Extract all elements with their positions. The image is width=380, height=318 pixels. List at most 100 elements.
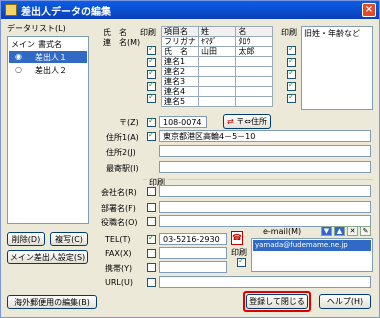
list-item[interactable]: ○ 差出人２ xyxy=(9,64,87,76)
grid-cell[interactable]: 山田 xyxy=(197,46,237,57)
department-print-checkbox[interactable] xyxy=(147,203,156,212)
print-checkbox[interactable] xyxy=(147,68,156,79)
job-title-label: 役職名(O) xyxy=(101,218,138,227)
grid-cell[interactable] xyxy=(235,66,273,77)
grid-cell[interactable] xyxy=(235,56,273,67)
list-item-name: 差出人１ xyxy=(35,53,67,62)
overseas-edit-button[interactable]: 海外郵便用の編集(B) xyxy=(7,295,97,309)
mobile-print-checkbox[interactable] xyxy=(147,263,156,272)
grid-cell[interactable]: ﾀﾛｳ xyxy=(235,36,273,47)
grid-row-label: 氏 名 xyxy=(161,46,199,57)
extra-print-checkbox[interactable] xyxy=(287,68,296,79)
fax-print-checkbox[interactable] xyxy=(147,249,156,258)
couple-name-label: 連 名(M) xyxy=(103,38,141,47)
address2-input[interactable] xyxy=(159,145,371,157)
department-label: 部署名(F) xyxy=(101,204,136,213)
title-bar: 差出人データの編集 × xyxy=(1,1,379,19)
url-label: URL(U) xyxy=(105,278,133,287)
tel-print-checkbox[interactable] xyxy=(147,233,156,244)
department-input[interactable] xyxy=(159,201,371,213)
zip-to-address-button[interactable]: ⇄ 〒⇔住所 xyxy=(223,114,271,129)
grid-cell[interactable] xyxy=(197,96,237,107)
company-input[interactable] xyxy=(159,185,371,197)
print-checkbox[interactable] xyxy=(147,80,156,91)
email-list[interactable]: yamada@fudemame.ne.jp xyxy=(251,238,373,272)
tel-label: TEL(T) xyxy=(105,235,131,244)
grid-cell[interactable] xyxy=(197,66,237,77)
grid-cell[interactable] xyxy=(235,96,273,107)
grid-row-label: フリガナ xyxy=(161,36,199,47)
radio-selected-icon: ◉ xyxy=(15,52,22,61)
zip-input[interactable]: 108-0074 xyxy=(159,116,207,128)
grid-row-label: 連名3 xyxy=(161,76,199,87)
move-up-icon[interactable]: ▲ xyxy=(334,226,345,236)
tel-input[interactable]: 03-5216-2930 xyxy=(159,233,227,245)
main-sender-setting-button[interactable]: メイン差出人設定(S) xyxy=(7,250,88,264)
move-down-icon[interactable]: ▼ xyxy=(321,226,332,236)
print-checkbox[interactable] xyxy=(147,56,156,67)
grid-row-label: 連名2 xyxy=(161,66,199,77)
duplicate-button[interactable]: 複写(C) xyxy=(50,232,88,246)
grid-row-label: 連名4 xyxy=(161,86,199,97)
grid-cell[interactable] xyxy=(235,76,273,87)
nearest-station-label: 最寄駅(I) xyxy=(106,164,139,173)
delete-icon[interactable]: ✕ xyxy=(347,226,358,236)
grid-cell[interactable]: ﾔﾏﾀﾞ xyxy=(197,36,237,47)
email-label: e-mail(M) xyxy=(263,227,302,236)
address1-print-checkbox[interactable] xyxy=(147,130,156,141)
delete-button[interactable]: 削除(D) xyxy=(7,232,45,246)
col-name-header: 書式名 xyxy=(38,40,62,49)
address1-label: 住所1(A) xyxy=(106,133,139,142)
email-item-selected[interactable]: yamada@fudemame.ne.jp xyxy=(253,240,371,251)
extra-print-label: 印刷 xyxy=(281,28,297,37)
zip-label: 〒(Z) xyxy=(119,118,139,127)
help-button[interactable]: ヘルプ(H) xyxy=(319,294,371,309)
data-list[interactable]: メイン 書式名 ◉ 差出人１ ○ 差出人２ xyxy=(7,36,89,224)
phone-icon[interactable]: ☎ xyxy=(231,231,243,245)
company-print-checkbox[interactable] xyxy=(147,187,156,196)
job-title-print-checkbox[interactable] xyxy=(147,217,156,226)
data-list-label: データリスト(L) xyxy=(7,24,66,33)
company-label: 会社名(R) xyxy=(101,188,137,197)
list-item-name: 差出人２ xyxy=(35,66,67,75)
highlight-frame xyxy=(243,291,311,312)
dialog-window: 差出人データの編集 × データリスト(L) メイン 書式名 ◉ 差出人１ ○ 差… xyxy=(0,0,380,318)
name-grid[interactable]: 項目名 姓 名 フリガナ ﾔﾏﾀﾞ ﾀﾛｳ 氏 名 山田 太郎 連名1 連名2 … xyxy=(161,26,273,107)
zip-to-address-label: 〒⇔住所 xyxy=(236,117,267,126)
grid-header: 名 xyxy=(235,26,273,37)
radio-icon: ○ xyxy=(15,65,22,74)
grid-row-label: 連名5 xyxy=(161,96,199,107)
email-print-checkbox[interactable] xyxy=(237,256,246,267)
url-input[interactable] xyxy=(159,276,371,288)
mobile-label: 携帯(Y) xyxy=(105,264,133,273)
nearest-station-input[interactable] xyxy=(159,161,371,173)
address2-label: 住所2(J) xyxy=(106,148,136,157)
extra-info-list[interactable]: 旧姓・年齢など xyxy=(301,26,373,110)
grid-header: 姓 xyxy=(197,26,237,37)
print-checkbox[interactable] xyxy=(147,92,156,103)
extra-info-header: 旧姓・年齢など xyxy=(304,29,360,38)
zip-print-checkbox[interactable] xyxy=(147,116,156,127)
print-checkbox[interactable] xyxy=(147,44,156,55)
grid-cell[interactable] xyxy=(197,86,237,97)
fax-label: FAX(X) xyxy=(105,249,132,258)
email-value: yamada@fudemame.ne.jp xyxy=(255,241,348,249)
fax-input[interactable] xyxy=(159,247,227,259)
address1-input[interactable]: 東京都港区高輪4－5－10 xyxy=(159,130,371,142)
url-print-checkbox[interactable] xyxy=(147,278,156,287)
list-item-selected[interactable]: ◉ 差出人１ xyxy=(9,51,87,63)
grid-header: 項目名 xyxy=(161,26,199,37)
extra-print-checkbox[interactable] xyxy=(287,56,296,67)
grid-cell[interactable] xyxy=(197,56,237,67)
grid-cell[interactable]: 太郎 xyxy=(235,46,273,57)
grid-cell[interactable] xyxy=(197,76,237,87)
extra-print-checkbox[interactable] xyxy=(287,44,296,55)
extra-print-checkbox[interactable] xyxy=(287,80,296,91)
close-button[interactable]: × xyxy=(362,3,376,17)
name-print-label: 印刷 xyxy=(140,28,156,37)
company-divider xyxy=(143,179,373,180)
mobile-input[interactable] xyxy=(159,261,227,273)
grid-cell[interactable] xyxy=(235,86,273,97)
extra-print-checkbox[interactable] xyxy=(287,92,296,103)
edit-icon[interactable]: ✎ xyxy=(360,226,371,236)
